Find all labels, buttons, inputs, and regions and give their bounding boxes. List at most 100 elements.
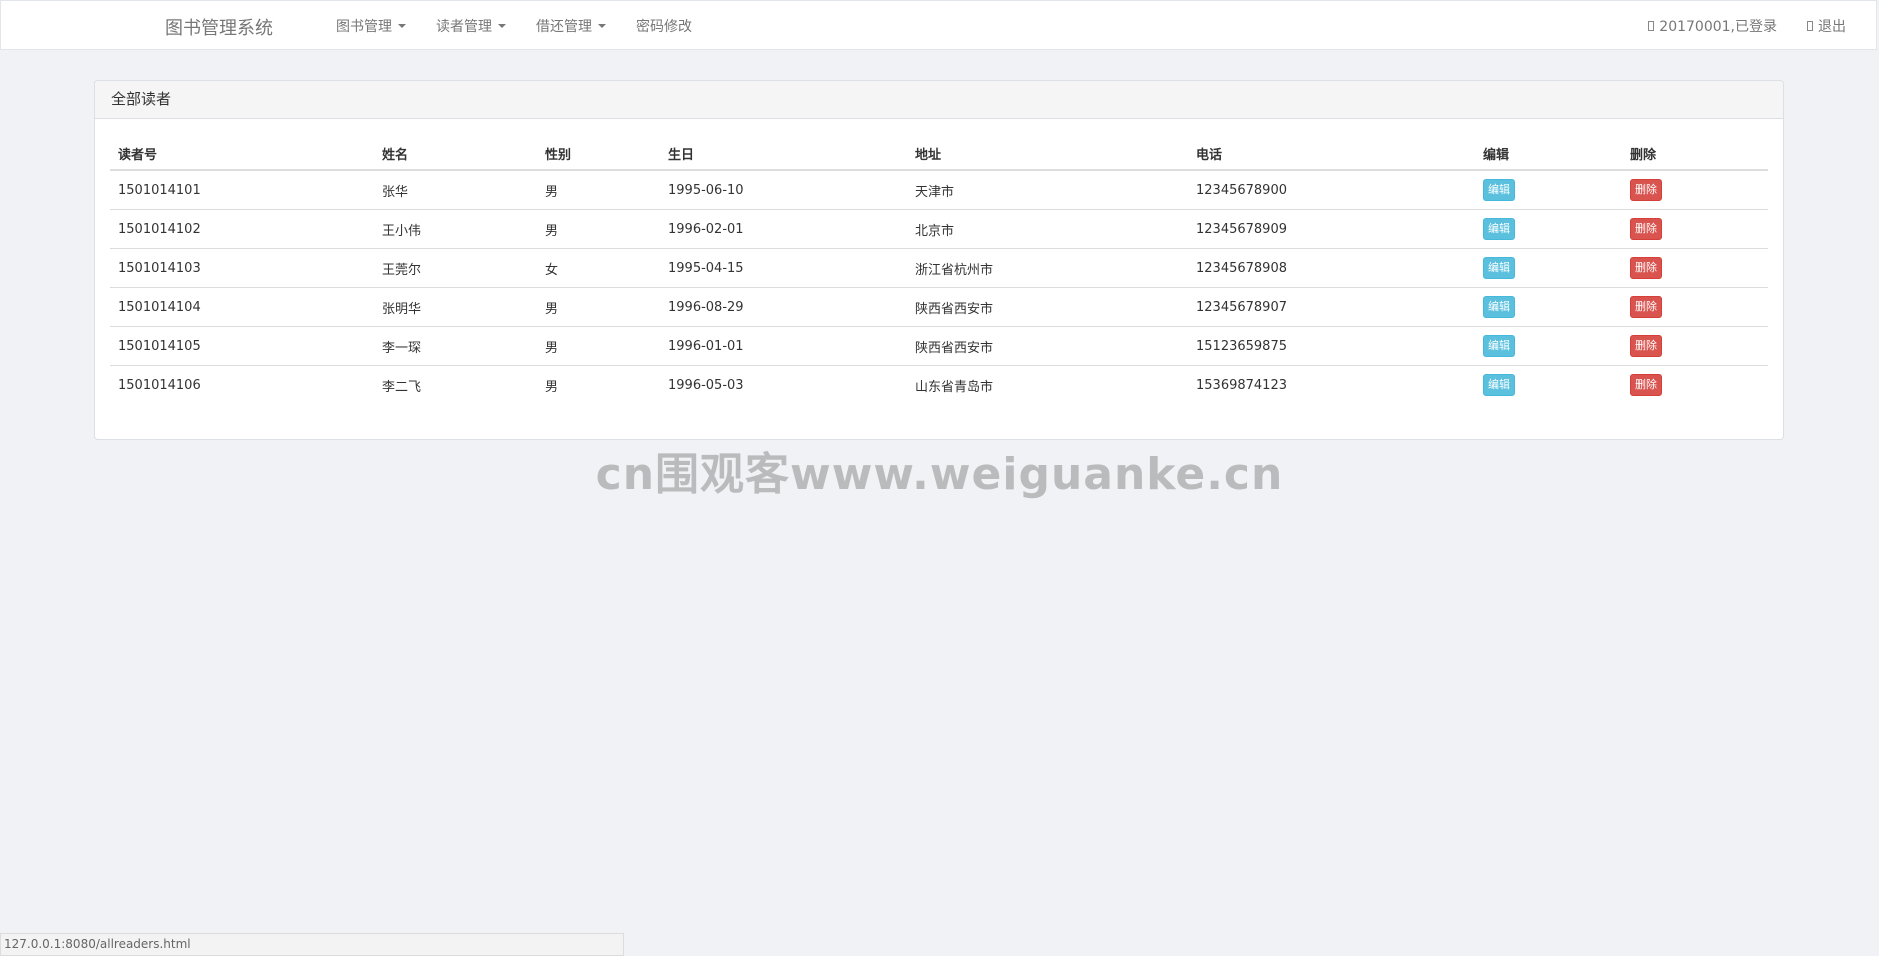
column-header: 电话 — [1188, 137, 1475, 171]
delete-button[interactable]: 删除 — [1630, 257, 1662, 279]
edit-button[interactable]: 编辑 — [1483, 374, 1515, 396]
delete-cell: 删除 — [1622, 248, 1768, 288]
top-navbar: 图书管理系统 图书管理 读者管理 借还管理 密码修改 20170001,已登录 … — [0, 0, 1877, 50]
reader-phone: 12345678900 — [1188, 170, 1475, 210]
reader-id: 1501014101 — [110, 170, 374, 210]
reader-birthday: 1996-02-01 — [660, 209, 907, 249]
browser-status-bar: 127.0.0.1:8080/allreaders.html — [0, 933, 624, 956]
reader-sex: 男 — [537, 209, 660, 249]
delete-button[interactable]: 删除 — [1630, 218, 1662, 240]
nav-menu: 图书管理 读者管理 借还管理 密码修改 — [321, 1, 707, 51]
column-header: 地址 — [907, 137, 1188, 171]
logout-icon — [1807, 21, 1813, 31]
reader-sex: 男 — [537, 170, 660, 210]
reader-name: 李二飞 — [382, 379, 422, 395]
table-row: 1501014101 张华 男 1995-06-10 天津市 123456789… — [110, 170, 1768, 210]
reader-phone: 12345678907 — [1188, 287, 1475, 327]
reader-address: 浙江省杭州市 — [907, 248, 1188, 288]
caret-down-icon — [498, 24, 506, 28]
reader-phone: 15123659875 — [1188, 326, 1475, 366]
nav-item-label: 读者管理 — [436, 19, 492, 35]
readers-table: 读者号 姓名 性别 生日 地址 电话 编辑 删除 1501014101 张华 男… — [110, 137, 1768, 404]
readers-panel: 全部读者 读者号 姓名 性别 生日 地址 电话 编辑 删除 1501014101… — [94, 80, 1784, 440]
column-header: 生日 — [660, 137, 907, 171]
nav-item-label: 图书管理 — [336, 19, 392, 35]
edit-cell: 编辑 — [1475, 287, 1622, 327]
reader-name: 王小伟 — [374, 209, 537, 249]
user-status[interactable]: 20170001,已登录 — [1648, 16, 1777, 36]
column-header: 性别 — [537, 137, 660, 171]
table-row: 1501014106 李二飞 男 1996-05-03 山东省青岛市 15369… — [110, 366, 1768, 405]
reader-id: 1501014104 — [110, 287, 374, 327]
panel-title: 全部读者 — [95, 81, 1783, 119]
reader-birthday: 1996-01-01 — [660, 326, 907, 366]
delete-cell: 删除 — [1622, 326, 1768, 366]
edit-button[interactable]: 编辑 — [1483, 179, 1515, 201]
reader-address: 北京市 — [907, 209, 1188, 249]
nav-item-label: 密码修改 — [636, 19, 692, 35]
reader-address: 陕西省西安市 — [907, 287, 1188, 327]
column-header: 姓名 — [374, 137, 537, 171]
reader-sex: 男 — [537, 326, 660, 366]
caret-down-icon — [398, 24, 406, 28]
reader-sex: 女 — [537, 248, 660, 288]
table-header-row: 读者号 姓名 性别 生日 地址 电话 编辑 删除 — [110, 137, 1768, 171]
reader-name: 李一琛 — [374, 326, 537, 366]
delete-button[interactable]: 删除 — [1630, 374, 1662, 396]
reader-sex: 男 — [537, 287, 660, 327]
reader-id: 1501014105 — [110, 326, 374, 366]
reader-address: 山东省青岛市 — [915, 379, 994, 395]
column-header: 编辑 — [1475, 137, 1622, 171]
reader-phone: 12345678908 — [1188, 248, 1475, 288]
column-header: 删除 — [1622, 137, 1768, 171]
edit-button[interactable]: 编辑 — [1483, 296, 1515, 318]
table-row: 1501014105 李一琛 男 1996-01-01 陕西省西安市 15123… — [110, 326, 1768, 366]
reader-birthday: 1995-06-10 — [660, 170, 907, 210]
reader-phone: 15369874123 — [1196, 377, 1287, 393]
table-row: 1501014104 张明华 男 1996-08-29 陕西省西安市 12345… — [110, 287, 1768, 327]
reader-name: 王莞尔 — [374, 248, 537, 288]
edit-button[interactable]: 编辑 — [1483, 257, 1515, 279]
delete-cell: 删除 — [1622, 366, 1768, 405]
delete-button[interactable]: 删除 — [1630, 335, 1662, 357]
nav-item-reader-management[interactable]: 读者管理 — [421, 1, 521, 51]
delete-button[interactable]: 删除 — [1630, 296, 1662, 318]
reader-birthday: 1996-08-29 — [660, 287, 907, 327]
reader-name: 张华 — [374, 170, 537, 210]
table-row: 1501014103 王莞尔 女 1995-04-15 浙江省杭州市 12345… — [110, 248, 1768, 288]
edit-cell: 编辑 — [1475, 170, 1622, 210]
nav-user-area: 20170001,已登录 退出 — [1648, 1, 1846, 51]
edit-cell: 编辑 — [1475, 366, 1622, 405]
column-header: 读者号 — [110, 137, 374, 171]
nav-item-label: 借还管理 — [536, 19, 592, 35]
reader-address: 陕西省西安市 — [907, 326, 1188, 366]
nav-item-change-password[interactable]: 密码修改 — [621, 1, 707, 51]
edit-cell: 编辑 — [1475, 326, 1622, 366]
reader-id: 1501014102 — [110, 209, 374, 249]
reader-birthday: 1995-04-15 — [660, 248, 907, 288]
delete-button[interactable]: 删除 — [1630, 179, 1662, 201]
edit-button[interactable]: 编辑 — [1483, 335, 1515, 357]
reader-address: 天津市 — [907, 170, 1188, 210]
logout-link[interactable]: 退出 — [1807, 16, 1846, 36]
delete-cell: 删除 — [1622, 287, 1768, 327]
reader-sex: 男 — [545, 379, 559, 395]
nav-item-borrow-return-management[interactable]: 借还管理 — [521, 1, 621, 51]
watermark: cn围观客www.weiguanke.cn — [595, 449, 1284, 500]
table-row: 1501014102 王小伟 男 1996-02-01 北京市 12345678… — [110, 209, 1768, 249]
reader-name: 张明华 — [374, 287, 537, 327]
reader-phone: 12345678909 — [1188, 209, 1475, 249]
reader-id: 1501014103 — [110, 248, 374, 288]
edit-cell: 编辑 — [1475, 209, 1622, 249]
edit-cell: 编辑 — [1475, 248, 1622, 288]
brand-link[interactable]: 图书管理系统 — [165, 14, 273, 40]
edit-button[interactable]: 编辑 — [1483, 218, 1515, 240]
logout-label: 退出 — [1818, 19, 1846, 35]
delete-cell: 删除 — [1622, 170, 1768, 210]
user-icon — [1648, 21, 1655, 31]
reader-birthday: 1996-05-03 — [668, 377, 744, 393]
nav-item-book-management[interactable]: 图书管理 — [321, 1, 421, 51]
status-url: 127.0.0.1:8080/allreaders.html — [4, 937, 191, 951]
user-status-text: 20170001,已登录 — [1659, 19, 1777, 35]
panel-body: 读者号 姓名 性别 生日 地址 电话 编辑 删除 1501014101 张华 男… — [95, 119, 1783, 419]
